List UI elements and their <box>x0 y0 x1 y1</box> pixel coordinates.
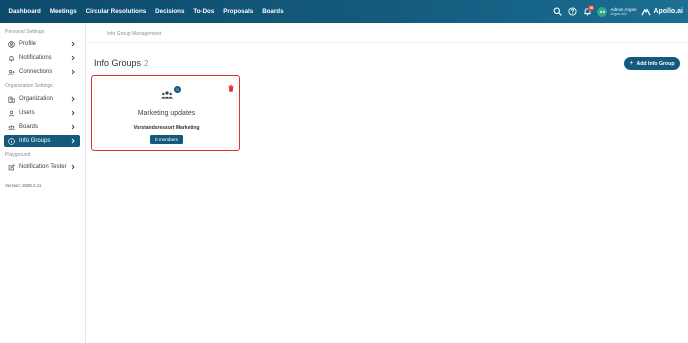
sidebar-item-label: Info Groups <box>19 138 51 144</box>
chevron-right-icon <box>71 41 75 46</box>
group-icon <box>161 91 173 99</box>
nav-todos[interactable]: To-Dos <box>189 8 219 15</box>
building-icon <box>7 95 15 103</box>
user-icon <box>7 109 15 117</box>
brand-logo: Apollo.ai <box>641 8 683 16</box>
nav-circular-resolutions[interactable]: Circular Resolutions <box>81 8 151 15</box>
users-icon <box>7 123 15 131</box>
add-info-group-label: Add Info Group <box>636 60 675 67</box>
plus-icon: + <box>629 60 634 67</box>
user-circle-icon <box>7 40 15 48</box>
breadcrumb-divider <box>86 42 688 43</box>
top-navigation-bar: Dashboard Meetings Circular Resolutions … <box>0 0 688 23</box>
search-icon[interactable] <box>552 7 562 17</box>
chevron-right-icon <box>71 138 75 143</box>
user-org: Argos AG <box>610 11 627 16</box>
info-group-board: Vorstandsressort Marketing <box>133 125 200 131</box>
sidebar-item-boards[interactable]: Boards <box>4 121 80 133</box>
app-version: Version: 2025.2.11 <box>5 183 42 188</box>
top-right-actions: 56 AA Admin Argos Argos AG Apollo.ai <box>552 0 683 23</box>
members-button[interactable]: 0 members <box>150 135 183 144</box>
section-organization-settings: Organization Settings <box>5 83 53 89</box>
nav-decisions[interactable]: Decisions <box>151 8 189 15</box>
chevron-right-icon <box>71 55 75 60</box>
nav-boards[interactable]: Boards <box>258 8 288 15</box>
sidebar-item-label: Profile <box>19 41 37 47</box>
sidebar-item-users[interactable]: Users <box>4 107 80 119</box>
apollo-logo-icon <box>641 8 652 15</box>
trash-icon[interactable] <box>228 85 234 92</box>
chevron-right-icon <box>71 110 75 115</box>
chevron-right-icon <box>71 96 75 101</box>
section-playground: Playground <box>5 152 31 158</box>
section-personal-settings: Personal Settings <box>5 29 45 35</box>
chevron-right-icon <box>71 124 75 129</box>
nav-proposals[interactable]: Proposals <box>219 8 258 15</box>
nav-dashboard[interactable]: Dashboard <box>4 8 45 15</box>
sidebar-item-notifications[interactable]: Notifications <box>4 52 80 64</box>
bell-icon <box>7 54 15 62</box>
sidebar-item-profile[interactable]: Profile <box>4 38 80 50</box>
sidebar-item-connections[interactable]: Connections <box>4 66 80 78</box>
info-group-count: 2 <box>144 59 149 68</box>
chevron-right-icon <box>71 164 75 169</box>
sidebar-item-label: Notification Tester <box>19 164 67 170</box>
edit-icon <box>7 163 15 171</box>
info-group-title: Marketing updates <box>137 110 196 117</box>
nav-meetings[interactable]: Meetings <box>45 8 81 15</box>
help-icon[interactable] <box>567 7 577 17</box>
page-title: Info Groups 2 <box>94 58 148 68</box>
brand-name: Apollo.ai <box>653 8 683 15</box>
bell-icon[interactable]: 56 <box>582 4 595 17</box>
page-title-text: Info Groups <box>94 58 142 68</box>
user-menu[interactable]: Admin Argos Argos AG <box>610 7 636 17</box>
info-group-card[interactable]: 0 Marketing updates Vorstandsressort Mar… <box>91 75 240 151</box>
sidebar-item-label: Connections <box>19 69 53 75</box>
settings-sidebar: Personal Settings Profile Notifications … <box>0 23 86 343</box>
add-info-group-button[interactable]: + Add Info Group <box>624 57 680 70</box>
sidebar-item-label: Boards <box>19 124 39 130</box>
info-icon <box>7 137 15 145</box>
chevron-right-icon <box>71 69 75 74</box>
sidebar-item-label: Users <box>19 110 35 116</box>
sidebar-item-info-groups[interactable]: Info Groups <box>4 135 80 147</box>
sidebar-item-label: Notifications <box>19 55 52 61</box>
avatar[interactable]: AA <box>597 6 608 17</box>
breadcrumb: Info Group Management <box>107 31 162 37</box>
notification-badge: 56 <box>588 4 595 11</box>
sidebar-item-label: Organization <box>19 96 54 102</box>
sidebar-item-notification-tester[interactable]: Notification Tester <box>4 161 80 173</box>
user-plus-icon <box>7 68 15 76</box>
member-count-badge: 0 <box>174 86 181 93</box>
sidebar-item-organization[interactable]: Organization <box>4 93 80 105</box>
main-nav: Dashboard Meetings Circular Resolutions … <box>4 8 288 15</box>
